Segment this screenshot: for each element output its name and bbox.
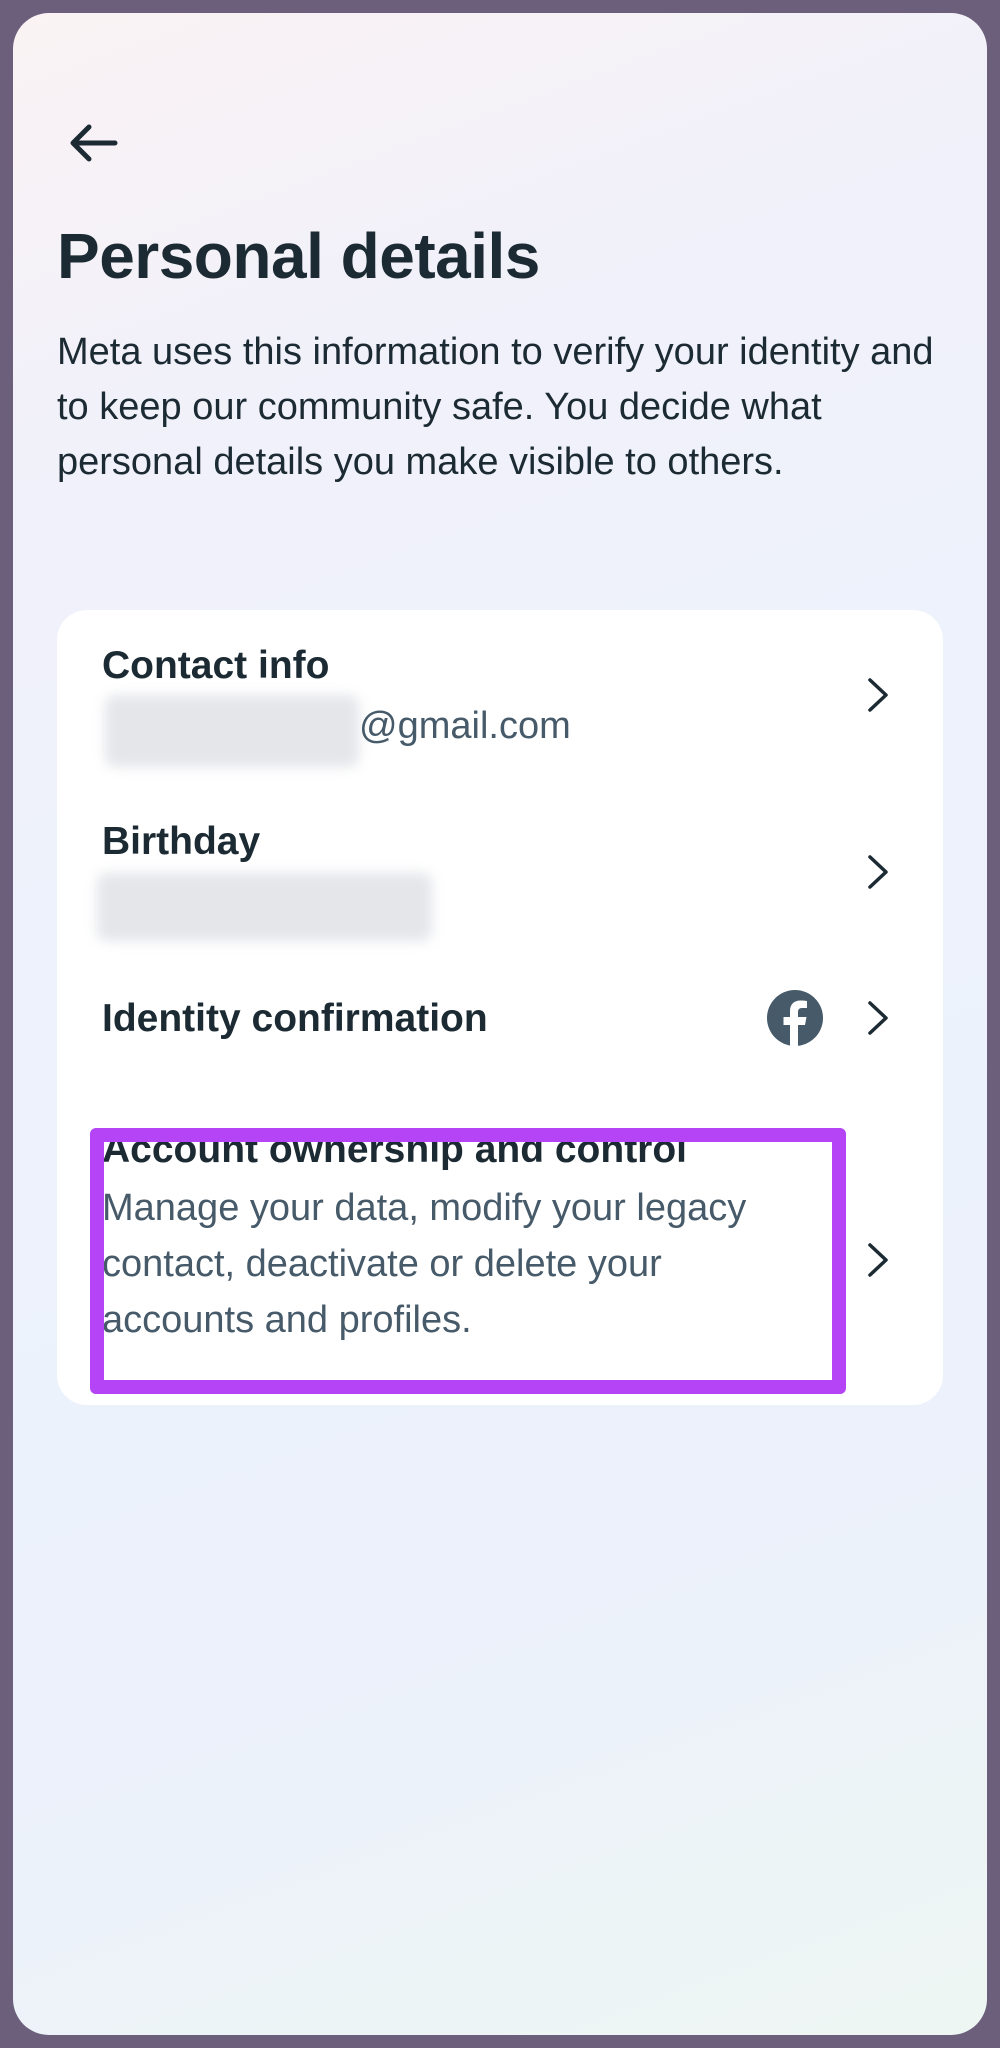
redacted-birthday	[97, 873, 432, 941]
birthday-row[interactable]: Birthday	[57, 775, 943, 941]
contact-info-title: Contact info	[102, 644, 330, 687]
account-ownership-title: Account ownership and control	[102, 1128, 688, 1171]
facebook-icon	[767, 990, 823, 1047]
contact-info-email: @gmail.com	[359, 705, 571, 747]
identity-confirmation-row[interactable]: Identity confirmation	[57, 940, 943, 1100]
chevron-right-icon	[868, 855, 888, 889]
chevron-right-icon	[868, 1243, 888, 1277]
chevron-right-icon	[868, 678, 888, 712]
contact-info-row[interactable]: Contact info @gmail.com	[57, 610, 943, 775]
account-ownership-row[interactable]: Account ownership and control Manage you…	[57, 1128, 943, 1405]
chevron-right-icon	[868, 1001, 888, 1035]
personal-details-card: Contact info @gmail.com Birthday Identit…	[57, 610, 943, 1405]
account-ownership-description: Manage your data, modify your legacy con…	[102, 1187, 747, 1341]
identity-confirmation-title: Identity confirmation	[102, 997, 488, 1040]
phone-screen: Personal details Meta uses this informat…	[13, 13, 987, 2035]
page-description: Meta uses this information to verify you…	[57, 331, 934, 483]
birthday-title: Birthday	[102, 820, 261, 863]
page-title: Personal details	[57, 220, 540, 292]
redacted-email-name	[105, 695, 359, 767]
back-button[interactable]	[57, 107, 129, 179]
arrow-left-icon	[70, 124, 118, 162]
